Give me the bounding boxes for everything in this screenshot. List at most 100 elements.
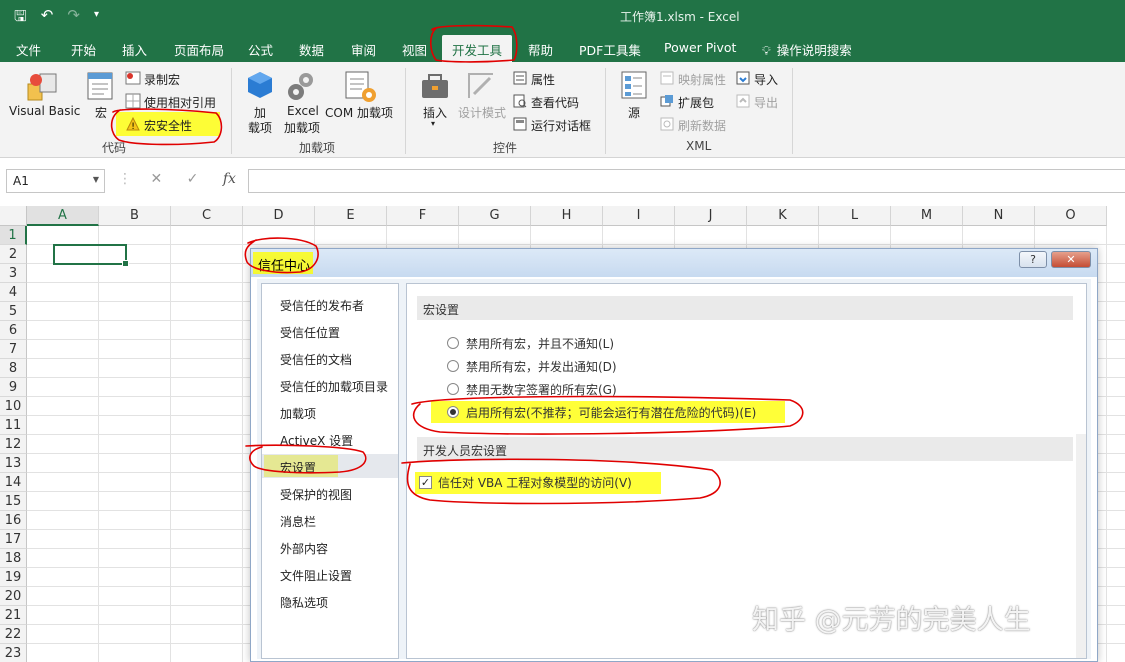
design-mode-button[interactable]: 设计模式 [458,104,506,121]
column-header[interactable]: B [99,206,171,226]
com-addins-button[interactable]: COM 加载项 [325,104,393,121]
tell-me-search[interactable]: 💡︎ 操作说明搜索 [762,40,852,59]
tab-view[interactable]: 视图 [402,40,427,59]
xml-source-button[interactable]: 源 [628,104,640,121]
macro-option-radio[interactable] [447,406,459,418]
macros-button[interactable]: 宏 [95,104,107,121]
row-header[interactable]: 14 [0,473,27,492]
chevron-down-icon[interactable]: ▼ [93,175,99,184]
row-header[interactable]: 5 [0,302,27,321]
row-header[interactable]: 8 [0,359,27,378]
nav-item[interactable]: 受保护的视图 [262,481,398,505]
row-header[interactable]: 11 [0,416,27,435]
row-header[interactable]: 21 [0,606,27,625]
export-button[interactable]: 导出 [754,94,778,111]
addins-button-line2[interactable]: 载项 [248,119,272,136]
row-header[interactable]: 7 [0,340,27,359]
macro-option-radio[interactable] [447,383,459,395]
tab-developer[interactable]: 开发工具 [442,35,513,62]
column-header[interactable]: D [243,206,315,226]
macro-security-button[interactable]: 宏安全性 [144,117,192,134]
chevron-down-icon[interactable]: ▾ [431,119,435,128]
tab-home[interactable]: 开始 [71,40,96,59]
tab-page-layout[interactable]: 页面布局 [174,40,224,59]
tab-review[interactable]: 审阅 [351,40,376,59]
relative-reference-button[interactable]: 使用相对引用 [144,94,216,111]
customize-qat-icon[interactable]: ▾ [94,9,99,31]
map-properties-button[interactable]: 映射属性 [678,71,726,88]
row-header[interactable]: 2 [0,245,27,264]
row-header[interactable]: 1 [0,226,27,245]
row-header[interactable]: 15 [0,492,27,511]
enter-icon[interactable]: ✓ [187,171,199,187]
column-header[interactable]: M [891,206,963,226]
row-header[interactable]: 12 [0,435,27,454]
row-header[interactable]: 16 [0,511,27,530]
nav-item[interactable]: 加载项 [262,400,398,424]
name-box[interactable]: A1 ▼ [6,169,105,193]
row-header[interactable]: 23 [0,644,27,662]
column-header[interactable]: K [747,206,819,226]
record-macro-button[interactable]: 录制宏 [144,71,180,88]
tab-pdf-tools[interactable]: PDF工具集 [579,40,641,59]
panel-scrollbar[interactable] [1076,434,1086,658]
column-header[interactable]: L [819,206,891,226]
close-button[interactable]: ✕ [1051,251,1091,268]
tab-help[interactable]: 帮助 [528,40,553,59]
view-code-button[interactable]: 查看代码 [531,94,579,111]
row-header[interactable]: 6 [0,321,27,340]
nav-item[interactable]: ActiveX 设置 [262,427,398,451]
nav-item[interactable]: 受信任位置 [262,319,398,343]
row-header[interactable]: 18 [0,549,27,568]
row-header[interactable]: 10 [0,397,27,416]
row-header[interactable]: 19 [0,568,27,587]
column-header[interactable]: N [963,206,1035,226]
column-header[interactable]: G [459,206,531,226]
row-header[interactable]: 4 [0,283,27,302]
redo-icon[interactable]: ↷ [67,6,80,31]
nav-item[interactable]: 宏设置 [262,454,398,478]
column-header[interactable]: C [171,206,243,226]
nav-item[interactable]: 外部内容 [262,535,398,559]
nav-item[interactable]: 文件阻止设置 [262,562,398,586]
insert-function-icon[interactable]: fx [223,171,236,187]
row-header[interactable]: 20 [0,587,27,606]
macro-option-radio[interactable] [447,360,459,372]
excel-addins-line2[interactable]: 加载项 [284,119,320,136]
row-header[interactable]: 22 [0,625,27,644]
help-button[interactable]: ? [1019,251,1047,268]
nav-item[interactable]: 消息栏 [262,508,398,532]
column-header[interactable]: E [315,206,387,226]
expansion-packs-button[interactable]: 扩展包 [678,94,714,111]
undo-icon[interactable]: ↶ [41,6,54,31]
column-header[interactable]: A [27,206,99,226]
column-header[interactable]: O [1035,206,1107,226]
row-header[interactable]: 13 [0,454,27,473]
row-header[interactable]: 3 [0,264,27,283]
properties-button[interactable]: 属性 [531,71,555,88]
run-dialog-button[interactable]: 运行对话框 [531,117,591,134]
visual-basic-button[interactable]: Visual Basic [9,104,80,118]
nav-item[interactable]: 受信任的文档 [262,346,398,370]
tab-formulas[interactable]: 公式 [248,40,273,59]
formula-input[interactable] [248,169,1125,193]
tab-data[interactable]: 数据 [299,40,324,59]
select-all-button[interactable] [0,206,27,226]
nav-item[interactable]: 隐私选项 [262,589,398,613]
import-button[interactable]: 导入 [754,71,778,88]
column-header[interactable]: I [603,206,675,226]
column-header[interactable]: H [531,206,603,226]
dialog-title-bar[interactable]: 信任中心 ? ✕ [251,249,1097,277]
tab-file[interactable]: 文件 [16,40,41,59]
macro-option-radio[interactable] [447,337,459,349]
excel-addins-line1[interactable]: Excel [287,104,319,118]
nav-item[interactable]: 受信任的加载项目录 [262,373,398,397]
row-header[interactable]: 17 [0,530,27,549]
nav-item[interactable]: 受信任的发布者 [262,292,398,316]
trust-vba-checkbox[interactable]: ✓ [419,476,432,489]
tab-power-pivot[interactable]: Power Pivot [664,40,736,55]
save-icon[interactable]: 🖫 [14,6,27,31]
column-header[interactable]: J [675,206,747,226]
column-header[interactable]: F [387,206,459,226]
selected-cell-a1[interactable] [53,244,129,267]
